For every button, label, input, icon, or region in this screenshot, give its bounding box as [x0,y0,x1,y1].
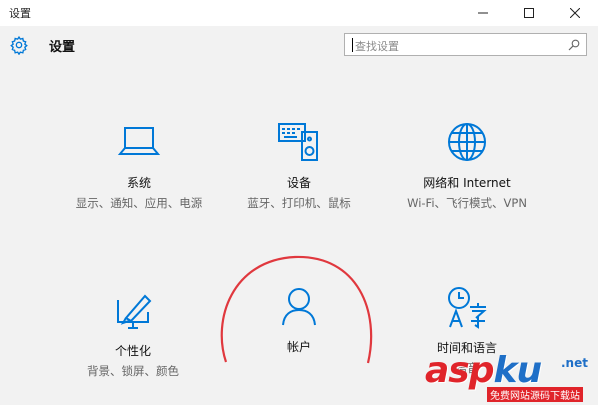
tile-system-desc: 显示、通知、应用、电源 [75,196,203,210]
watermark-suffix: .net [561,356,588,370]
tile-system-name: 系统 [126,176,151,190]
page-title: 设置 [49,40,76,55]
annotation-arc [220,255,373,364]
laptop-icon [117,127,161,155]
tile-network[interactable]: 网络和 Internet Wi-Fi、飞行模式、VPN [392,120,542,211]
watermark-logo: aspku .net 免费网站源码下载站 [425,350,595,404]
minimize-button[interactable] [460,0,506,26]
gear-icon [10,35,28,55]
watermark-tagline: 免费网站源码下载站 [487,387,583,402]
search-placeholder: 查找设置 [355,40,399,53]
tile-network-desc: Wi-Fi、飞行模式、VPN [407,196,527,210]
tile-devices[interactable]: 设备 蓝牙、打印机、鼠标 [224,120,374,211]
close-button[interactable] [552,0,598,26]
tile-personalization-desc: 背景、锁屏、颜色 [87,364,179,378]
watermark-brand: aspku [425,350,542,391]
close-icon [570,8,580,18]
tile-network-name: 网络和 Internet [423,176,511,190]
devices-icon [278,123,318,161]
search-input[interactable]: 查找设置 [344,33,587,56]
tile-system[interactable]: 系统 显示、通知、应用、电源 [64,120,214,211]
tile-personalization-name: 个性化 [114,344,151,358]
personalization-icon [117,294,152,329]
search-icon[interactable] [568,39,580,51]
maximize-icon [524,8,534,18]
window-title: 设置 [9,7,31,20]
tile-personalization[interactable]: 个性化 背景、锁屏、颜色 [58,288,208,379]
minimize-icon [478,12,488,14]
maximize-button[interactable] [506,0,552,26]
tile-devices-name: 设备 [286,176,311,190]
time-language-icon [448,287,487,329]
title-bar: 设置 [0,0,598,26]
text-caret [352,38,353,52]
tile-devices-desc: 蓝牙、打印机、鼠标 [247,196,351,210]
globe-icon [448,123,486,161]
